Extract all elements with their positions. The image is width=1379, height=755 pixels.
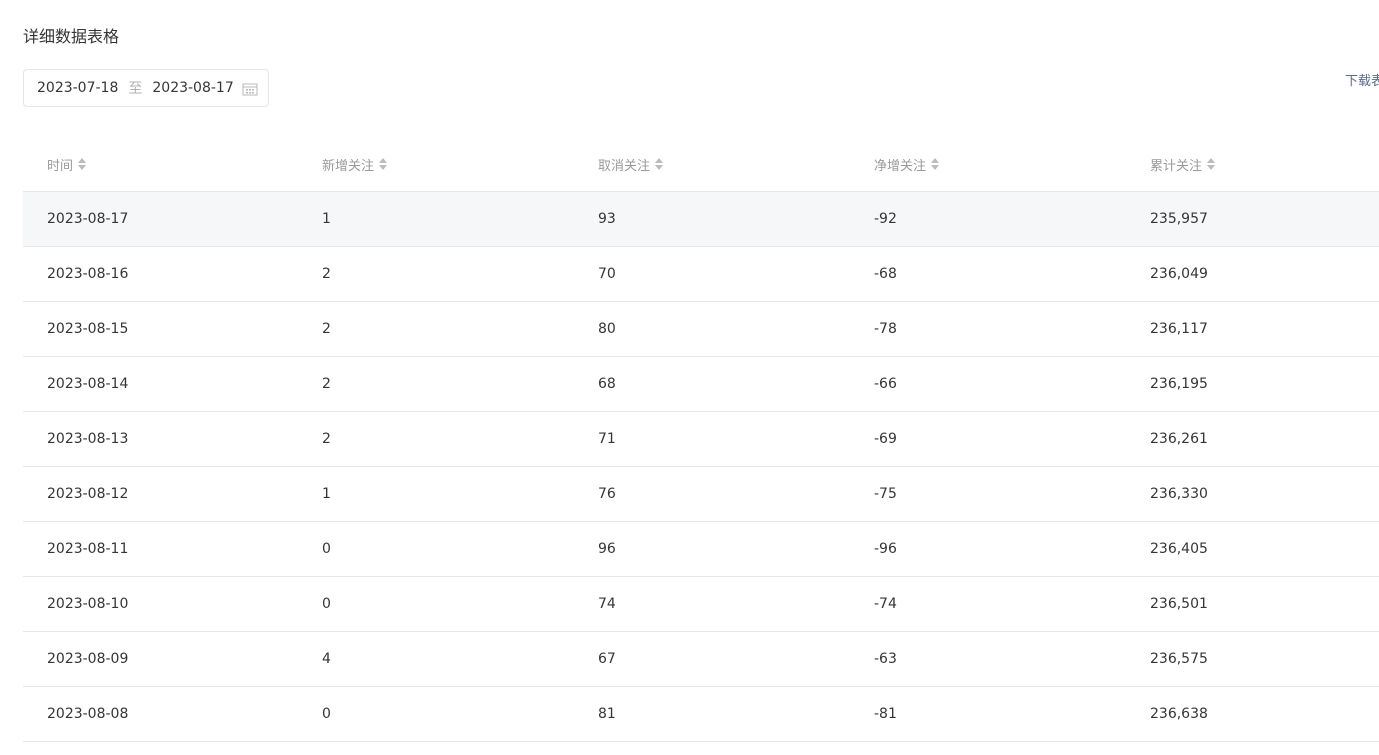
cell-new-follow: 2 <box>322 376 331 392</box>
cell-net-follow: -69 <box>874 431 897 447</box>
section-title: 详细数据表格 <box>23 27 120 46</box>
table-row: 2023-08-10 0 74 -74 236,501 <box>23 577 1379 632</box>
cell-unfollow: 81 <box>598 706 616 722</box>
data-table: 时间 新增关注 取消关注 净增关注 累计关注 2023-08-17 1 93 -92 235,9… <box>23 137 1379 742</box>
cell-unfollow: 93 <box>598 211 616 227</box>
download-table-link[interactable]: 下载表 <box>1345 70 1379 89</box>
cell-new-follow: 2 <box>322 431 331 447</box>
cell-new-follow: 0 <box>322 541 331 557</box>
column-header-label: 净增关注 <box>874 158 927 174</box>
table-row: 2023-08-12 1 76 -75 236,330 <box>23 467 1379 522</box>
cell-net-follow: -74 <box>874 596 897 612</box>
cell-net-follow: -78 <box>874 321 897 337</box>
column-header-label: 累计关注 <box>1150 158 1203 174</box>
table-row: 2023-08-17 1 93 -92 235,957 <box>23 192 1379 247</box>
cell-total-follow: 236,330 <box>1150 486 1208 502</box>
cell-time: 2023-08-08 <box>47 706 129 722</box>
cell-time: 2023-08-11 <box>47 541 129 557</box>
table-row: 2023-08-15 2 80 -78 236,117 <box>23 302 1379 357</box>
table-row: 2023-08-16 2 70 -68 236,049 <box>23 247 1379 302</box>
cell-unfollow: 96 <box>598 541 616 557</box>
cell-new-follow: 1 <box>322 211 331 227</box>
column-header-label: 新增关注 <box>322 158 375 174</box>
sort-icon[interactable] <box>930 156 940 172</box>
table-row: 2023-08-11 0 96 -96 236,405 <box>23 522 1379 577</box>
column-header-net-follow[interactable]: 净增关注 <box>850 155 1126 174</box>
cell-time: 2023-08-15 <box>47 321 129 337</box>
cell-net-follow: -63 <box>874 651 897 667</box>
cell-new-follow: 2 <box>322 321 331 337</box>
cell-total-follow: 236,405 <box>1150 541 1208 557</box>
end-date[interactable]: 2023-08-17 <box>152 80 233 96</box>
cell-net-follow: -92 <box>874 211 897 227</box>
cell-time: 2023-08-10 <box>47 596 129 612</box>
cell-unfollow: 68 <box>598 376 616 392</box>
sort-icon[interactable] <box>378 156 388 172</box>
start-date[interactable]: 2023-07-18 <box>37 80 118 96</box>
cell-time: 2023-08-12 <box>47 486 129 502</box>
cell-time: 2023-08-17 <box>47 211 129 227</box>
column-header-unfollow[interactable]: 取消关注 <box>574 155 850 174</box>
cell-total-follow: 236,575 <box>1150 651 1208 667</box>
cell-total-follow: 236,501 <box>1150 596 1208 612</box>
date-range-picker[interactable]: 2023-07-18 至 2023-08-17 <box>23 69 269 107</box>
cell-unfollow: 67 <box>598 651 616 667</box>
cell-unfollow: 80 <box>598 321 616 337</box>
cell-net-follow: -75 <box>874 486 897 502</box>
cell-new-follow: 0 <box>322 706 331 722</box>
calendar-icon[interactable] <box>242 82 258 96</box>
cell-new-follow: 4 <box>322 651 331 667</box>
cell-net-follow: -66 <box>874 376 897 392</box>
cell-unfollow: 76 <box>598 486 616 502</box>
cell-net-follow: -68 <box>874 266 897 282</box>
sort-icon[interactable] <box>1206 156 1216 172</box>
cell-total-follow: 236,117 <box>1150 321 1208 337</box>
cell-unfollow: 70 <box>598 266 616 282</box>
cell-net-follow: -81 <box>874 706 897 722</box>
table-row: 2023-08-13 2 71 -69 236,261 <box>23 412 1379 467</box>
cell-new-follow: 0 <box>322 596 331 612</box>
cell-total-follow: 236,049 <box>1150 266 1208 282</box>
column-header-label: 取消关注 <box>598 158 651 174</box>
date-separator: 至 <box>128 81 143 97</box>
sort-icon[interactable] <box>654 156 664 172</box>
column-header-time[interactable]: 时间 <box>23 155 298 174</box>
column-header-total-follow[interactable]: 累计关注 <box>1126 155 1379 174</box>
table-row: 2023-08-14 2 68 -66 236,195 <box>23 357 1379 412</box>
table-row: 2023-08-08 0 81 -81 236,638 <box>23 687 1379 742</box>
table-body: 2023-08-17 1 93 -92 235,957 2023-08-16 2 70 -68 2… <box>23 192 1379 742</box>
cell-total-follow: 236,638 <box>1150 706 1208 722</box>
cell-total-follow: 236,195 <box>1150 376 1208 392</box>
cell-time: 2023-08-13 <box>47 431 129 447</box>
column-header-new-follow[interactable]: 新增关注 <box>298 155 574 174</box>
table-header: 时间 新增关注 取消关注 净增关注 累计关注 <box>23 137 1379 192</box>
cell-new-follow: 1 <box>322 486 331 502</box>
cell-time: 2023-08-09 <box>47 651 129 667</box>
cell-total-follow: 236,261 <box>1150 431 1208 447</box>
cell-total-follow: 235,957 <box>1150 211 1208 227</box>
page: 详细数据表格 2023-07-18 至 2023-08-17 下载表 时间 新增关… <box>0 0 1379 755</box>
table-row: 2023-08-09 4 67 -63 236,575 <box>23 632 1379 687</box>
cell-new-follow: 2 <box>322 266 331 282</box>
column-header-label: 时间 <box>47 158 74 174</box>
sort-icon[interactable] <box>77 156 87 172</box>
cell-unfollow: 71 <box>598 431 616 447</box>
cell-unfollow: 74 <box>598 596 616 612</box>
cell-time: 2023-08-16 <box>47 266 129 282</box>
cell-net-follow: -96 <box>874 541 897 557</box>
cell-time: 2023-08-14 <box>47 376 129 392</box>
